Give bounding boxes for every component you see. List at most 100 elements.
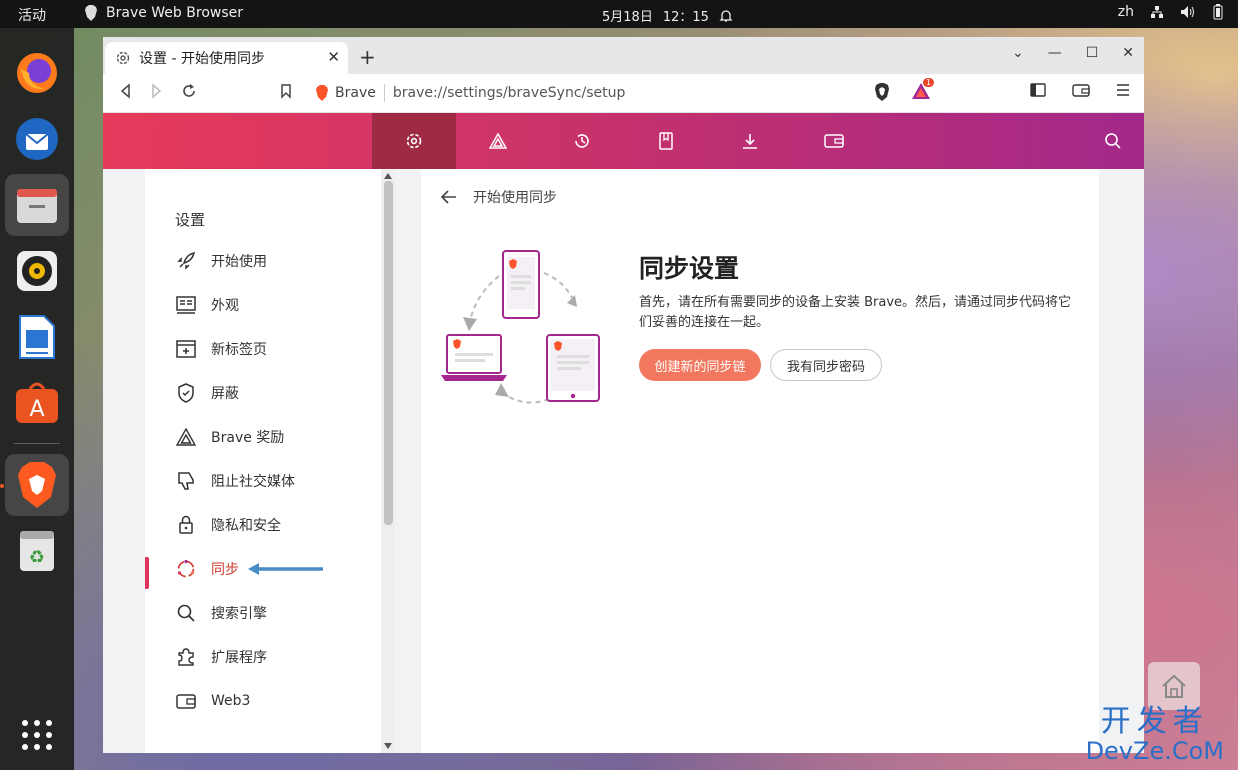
downloads-tab[interactable] (708, 113, 792, 169)
settings-tab[interactable] (372, 113, 456, 169)
reload-icon[interactable] (181, 83, 197, 99)
appearance-icon (175, 294, 197, 316)
sidebar-heading: 设置 (175, 211, 206, 229)
sidebar-item-rewards[interactable]: Brave 奖励 (175, 422, 284, 452)
maximize-button[interactable]: ☐ (1086, 45, 1099, 61)
dock: A ♻ (0, 28, 74, 770)
settings-sidebar: 设置 开始使用 外观 新标签页 屏蔽 Brave 奖励 阻止社交媒体 隐私和安全… (145, 169, 381, 753)
volume-icon (1181, 6, 1194, 18)
dock-brave[interactable] (5, 454, 69, 516)
scroll-down-icon[interactable] (384, 743, 392, 749)
create-sync-chain-button[interactable]: 创建新的同步链 (639, 349, 761, 381)
new-tab-button[interactable]: + (359, 45, 376, 69)
sync-devices-illustration (441, 250, 600, 404)
sidebar-toggle-icon[interactable] (1030, 83, 1046, 97)
sidebar-item-new-tab[interactable]: 新标签页 (175, 334, 267, 364)
software-center-icon: A (16, 382, 58, 423)
sidebar-item-label: 同步 (211, 562, 239, 578)
watermark: 开发者 DevZe.CoM (1086, 704, 1224, 765)
back-arrow-icon[interactable] (441, 190, 457, 204)
back-icon[interactable] (119, 83, 133, 99)
sidebar-scroll-thumb[interactable] (384, 181, 393, 525)
bell-icon (719, 9, 733, 22)
sync-icon (175, 558, 197, 580)
sidebar-item-sync[interactable]: 同步 (175, 554, 327, 584)
browser-window: 设置 - 开始使用同步 ✕ + ⌄ — ☐ ✕ Brave brave://se… (103, 37, 1144, 753)
rewards-tab[interactable] (456, 113, 540, 169)
trash-icon: ♻ (20, 531, 54, 571)
breadcrumb: 开始使用同步 (441, 187, 557, 207)
tab-title: 设置 - 开始使用同步 (139, 51, 265, 67)
libreoffice-writer-icon (19, 315, 55, 359)
breadcrumb-text: 开始使用同步 (473, 190, 557, 206)
sidebar-item-label: 外观 (211, 298, 239, 314)
page-title: 同步设置 (639, 254, 740, 283)
sidebar-item-social-blocking[interactable]: 阻止社交媒体 (175, 466, 295, 496)
dock-files[interactable] (5, 174, 69, 236)
app-name: Brave Web Browser (106, 5, 243, 21)
url-text[interactable]: brave://settings/braveSync/setup (393, 85, 626, 101)
sidebar-item-appearance[interactable]: 外观 (175, 290, 239, 320)
input-method[interactable]: zh (1118, 4, 1134, 20)
puzzle-icon (175, 646, 197, 668)
sidebar-item-shields[interactable]: 屏蔽 (175, 378, 239, 408)
sidebar-item-privacy[interactable]: 隐私和安全 (175, 510, 281, 540)
system-tray[interactable]: zh (1118, 4, 1224, 20)
files-icon (17, 189, 57, 223)
brave-shields-icon[interactable] (873, 82, 891, 102)
close-window-button[interactable]: ✕ (1122, 45, 1134, 61)
minimize-button[interactable]: — (1048, 45, 1062, 61)
desktop-home-folder[interactable] (1148, 662, 1200, 710)
clock[interactable]: 5月18日 12：15 (602, 6, 733, 25)
bookmark-icon[interactable] (279, 83, 293, 99)
history-tab[interactable] (540, 113, 624, 169)
search-icon (1105, 133, 1121, 149)
menu-icon[interactable] (1116, 83, 1130, 97)
scroll-up-icon[interactable] (384, 173, 392, 179)
settings-search-button[interactable] (1082, 113, 1144, 169)
enter-sync-code-button[interactable]: 我有同步密码 (770, 349, 882, 381)
tab-search-chevron-icon[interactable]: ⌄ (1012, 45, 1024, 61)
sync-setup-panel: 开始使用同步 同步设置 首先，请在所有需要同步的设备上安装 Brave。然后，请… (421, 169, 1099, 753)
dock-rhythmbox[interactable] (5, 240, 69, 302)
bookmarks-icon (659, 132, 673, 150)
sidebar-item-extensions[interactable]: 扩展程序 (175, 642, 267, 672)
watermark-cn: 开发者 (1100, 704, 1209, 739)
dock-trash[interactable]: ♻ (5, 520, 69, 582)
rewards-button[interactable]: 1 (911, 78, 935, 104)
app-grid-icon (22, 720, 52, 750)
gear-icon (116, 51, 130, 65)
tab-settings[interactable]: 设置 - 开始使用同步 ✕ (105, 42, 348, 74)
rocket-icon (175, 250, 197, 272)
window-controls: ⌄ — ☐ ✕ (1012, 45, 1134, 61)
activities-button[interactable]: 活动 (18, 5, 46, 25)
dock-writer[interactable] (5, 306, 69, 368)
sidebar-item-search-engine[interactable]: 搜索引擎 (175, 598, 267, 628)
forward-icon[interactable] (149, 83, 163, 99)
sidebar-item-web3[interactable]: Web3 (175, 686, 250, 716)
address-bar[interactable]: Brave brave://settings/braveSync/setup (311, 78, 939, 108)
network-icon (1151, 6, 1163, 18)
toolbar: Brave brave://settings/braveSync/setup 1 (103, 74, 1144, 113)
app-menu[interactable]: Brave Web Browser (84, 5, 243, 21)
top-panel: 活动 Brave Web Browser 5月18日 12：15 zh (0, 0, 1238, 28)
dock-software[interactable]: A (5, 372, 69, 434)
dock-app-grid[interactable] (5, 704, 69, 766)
dock-thunderbird[interactable] (5, 108, 69, 170)
wallet-icon[interactable] (1072, 83, 1090, 97)
sidebar-item-label: 隐私和安全 (211, 518, 281, 534)
wallet-tab[interactable] (792, 113, 876, 169)
thumbs-down-icon (175, 470, 197, 492)
close-tab-icon[interactable]: ✕ (327, 48, 340, 66)
tab-strip: 设置 - 开始使用同步 ✕ + ⌄ — ☐ ✕ (103, 37, 1144, 74)
sidebar-item-label: 阻止社交媒体 (211, 474, 295, 490)
sync-description: 首先，请在所有需要同步的设备上安装 Brave。然后，请通过同步代码将它们妥善的… (639, 295, 1072, 330)
dock-firefox[interactable] (5, 42, 69, 104)
site-label: Brave (335, 85, 376, 101)
rewards-triangle-icon (489, 133, 507, 149)
bookmarks-tab[interactable] (624, 113, 708, 169)
sidebar-item-get-started[interactable]: 开始使用 (175, 246, 267, 276)
sidebar-item-label: 屏蔽 (211, 386, 239, 402)
settings-content: 设置 开始使用 外观 新标签页 屏蔽 Brave 奖励 阻止社交媒体 隐私和安全… (103, 169, 1144, 753)
search-icon (175, 602, 197, 624)
